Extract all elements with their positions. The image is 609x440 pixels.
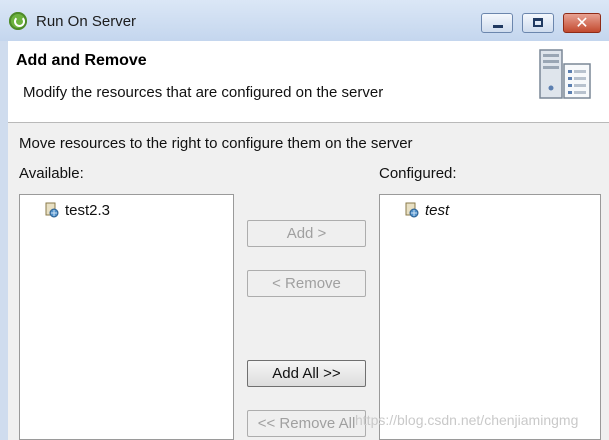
configured-label: Configured:	[379, 165, 457, 182]
remove-all-button[interactable]: << Remove All	[247, 410, 366, 437]
wizard-header: Add and Remove Modify the resources that…	[8, 41, 609, 123]
list-item[interactable]: test2.3	[44, 200, 110, 220]
maximize-button[interactable]	[522, 13, 554, 33]
wizard-page-title: Add and Remove	[16, 52, 147, 69]
web-project-icon	[45, 202, 59, 218]
minimize-button[interactable]	[481, 13, 513, 33]
instruction-text: Move resources to the right to configure…	[19, 135, 413, 152]
configured-list[interactable]: test	[379, 194, 601, 440]
server-icon	[539, 49, 591, 99]
watermark-text: https://blog.csdn.net/chenjiamingmg	[355, 412, 579, 428]
web-project-icon	[405, 202, 419, 218]
spring-leaf-icon	[9, 12, 27, 30]
window-title: Run On Server	[36, 13, 137, 30]
available-list[interactable]: test2.3	[19, 194, 234, 440]
window-frame-left	[0, 41, 8, 440]
list-item-label: test	[425, 201, 450, 219]
minimize-icon	[493, 25, 503, 28]
add-all-button[interactable]: Add All >>	[247, 360, 366, 387]
close-button[interactable]: ✕	[563, 13, 601, 33]
close-icon: ✕	[575, 13, 589, 32]
maximize-icon	[533, 18, 543, 27]
remove-button[interactable]: < Remove	[247, 270, 366, 297]
wizard-page-description: Modify the resources that are configured…	[23, 84, 384, 101]
window-titlebar[interactable]: Run On Server ✕	[0, 0, 609, 42]
available-label: Available:	[19, 165, 84, 182]
add-button[interactable]: Add >	[247, 220, 366, 247]
list-item[interactable]: test	[404, 200, 449, 220]
list-item-label: test2.3	[65, 201, 111, 219]
